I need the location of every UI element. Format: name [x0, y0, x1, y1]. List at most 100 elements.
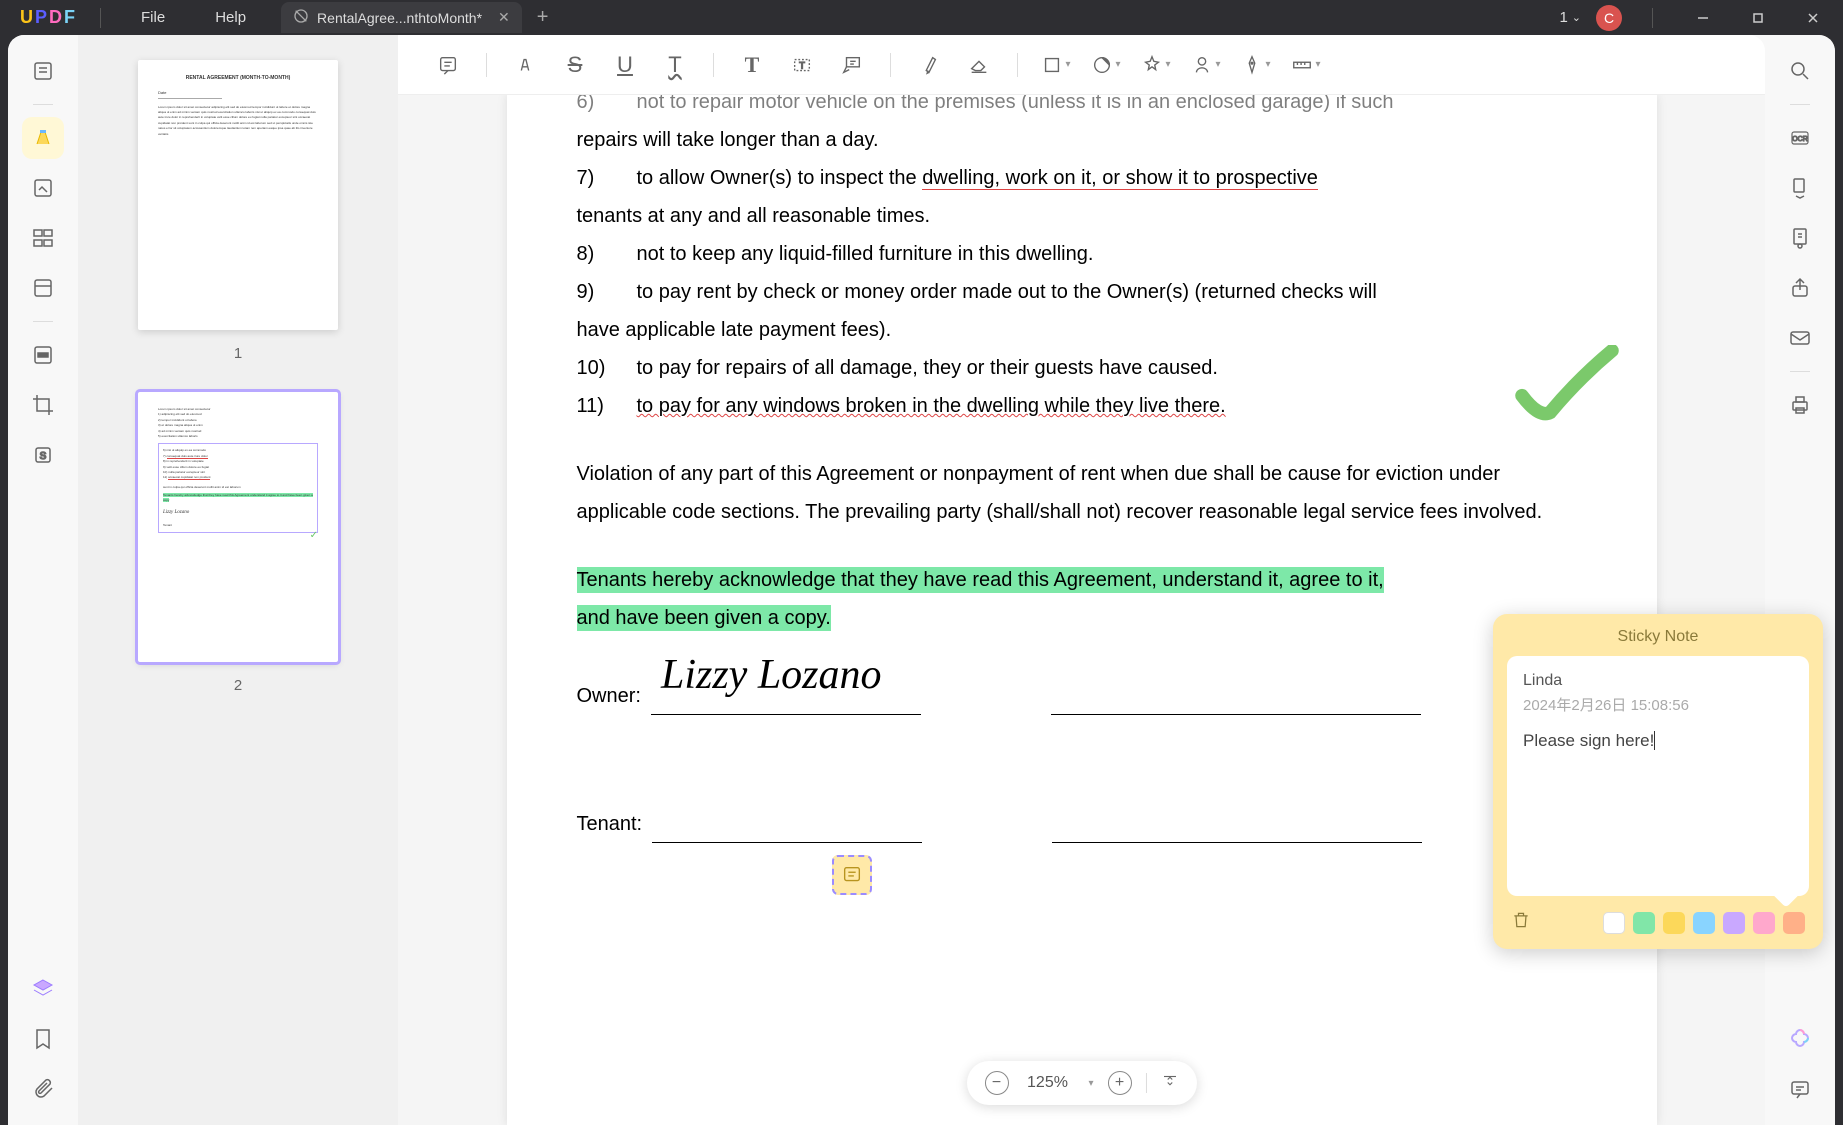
- bookmark-tool[interactable]: [22, 1018, 64, 1060]
- list-num: 7): [577, 159, 637, 197]
- right-sidebar: OCR: [1765, 35, 1835, 1125]
- color-green[interactable]: [1633, 912, 1655, 934]
- annotation-toolbar: S U T T T ▾ ▾ ▾ ▾ ▾ ▾: [398, 35, 1765, 95]
- thumbnail-panel: RENTAL AGREEMENT (MONTH-TO-MONTH) Date L…: [78, 35, 398, 1125]
- page-thumbnail-1[interactable]: RENTAL AGREEMENT (MONTH-TO-MONTH) Date L…: [138, 60, 338, 330]
- text-tool[interactable]: T: [732, 45, 772, 85]
- app-logo: UPDF: [10, 7, 85, 28]
- ai-button[interactable]: [1779, 1018, 1821, 1060]
- zoom-out-button[interactable]: −: [984, 1071, 1008, 1095]
- color-yellow[interactable]: [1663, 912, 1685, 934]
- sticky-text-input[interactable]: Please sign here!: [1523, 731, 1793, 751]
- protect-tool[interactable]: S: [22, 434, 64, 476]
- checkmark-annotation[interactable]: [1507, 345, 1627, 448]
- owner-signature: Lizzy Lozano: [661, 636, 882, 716]
- stamp-tool[interactable]: ▾: [1136, 45, 1176, 85]
- edit-tool[interactable]: [22, 167, 64, 209]
- ocr-button[interactable]: OCR: [1779, 117, 1821, 159]
- measure-tool[interactable]: ▾: [1286, 45, 1326, 85]
- doc-text: repairs will take longer than a day.: [577, 121, 1587, 159]
- underline-tool[interactable]: U: [605, 45, 645, 85]
- print-button[interactable]: [1779, 384, 1821, 426]
- doc-text: tenants at any and all reasonable times.: [577, 197, 1587, 235]
- page-thumbnail-2[interactable]: Lorem ipsum dolor sit amet consectetur1)…: [138, 392, 338, 662]
- document-icon: [293, 8, 309, 27]
- doc-text: have applicable late payment fees).: [577, 311, 1587, 349]
- document-tab[interactable]: RentalAgree...nthtoMonth* ✕: [281, 2, 522, 33]
- tab-close-icon[interactable]: ✕: [498, 9, 510, 26]
- menu-help[interactable]: Help: [190, 9, 271, 26]
- color-white[interactable]: [1603, 912, 1625, 934]
- sticky-note-title: Sticky Note: [1507, 628, 1809, 646]
- compress-button[interactable]: [1779, 217, 1821, 259]
- doc-paragraph: Violation of any part of this Agreement …: [577, 455, 1587, 531]
- convert-button[interactable]: [1779, 167, 1821, 209]
- close-button[interactable]: [1793, 3, 1833, 33]
- owner-label: Owner:: [577, 677, 641, 715]
- sticky-date: 2024年2月26日 15:08:56: [1523, 694, 1793, 715]
- tenant-signature-line: [652, 813, 922, 843]
- doc-text: not to keep any liquid-filled furniture …: [637, 235, 1587, 273]
- zoom-in-button[interactable]: +: [1108, 1071, 1132, 1095]
- doc-text: not to repair motor vehicle on the premi…: [637, 95, 1587, 121]
- organize-tool[interactable]: [22, 217, 64, 259]
- svg-text:T: T: [799, 60, 805, 70]
- highlight-tool[interactable]: [505, 45, 545, 85]
- list-num: 11): [577, 387, 637, 425]
- doc-text: to pay rent by check or money order made…: [637, 273, 1587, 311]
- list-num: 6): [577, 95, 637, 121]
- pen-tool[interactable]: ▾: [1236, 45, 1276, 85]
- zoom-dropdown[interactable]: ▾: [1088, 1078, 1093, 1089]
- color-palette: [1603, 912, 1805, 934]
- note-tool[interactable]: [428, 45, 468, 85]
- doc-text: to allow Owner(s) to inspect the dwellin…: [637, 159, 1587, 197]
- sticky-note-body[interactable]: Linda 2024年2月26日 15:08:56 Please sign he…: [1507, 656, 1809, 896]
- date-line: [1051, 685, 1421, 715]
- callout-tool[interactable]: [832, 45, 872, 85]
- search-button[interactable]: [1779, 50, 1821, 92]
- pencil-tool[interactable]: [909, 45, 949, 85]
- layers-tool[interactable]: [22, 968, 64, 1010]
- email-button[interactable]: [1779, 317, 1821, 359]
- tab-title: RentalAgree...nthtoMonth*: [317, 10, 482, 26]
- sticky-note-marker[interactable]: [832, 855, 872, 895]
- fit-page-button[interactable]: [1161, 1072, 1179, 1095]
- tenant-label: Tenant:: [577, 805, 643, 843]
- shape-tool[interactable]: ▾: [1036, 45, 1076, 85]
- color-blue[interactable]: [1693, 912, 1715, 934]
- delete-note-button[interactable]: [1511, 910, 1531, 935]
- comment-tool[interactable]: [22, 117, 64, 159]
- signature-tool[interactable]: ▾: [1186, 45, 1226, 85]
- attachment-tool[interactable]: [22, 1068, 64, 1110]
- window-count[interactable]: 1⌄: [1559, 9, 1581, 26]
- menu-file[interactable]: File: [116, 9, 190, 26]
- user-avatar[interactable]: C: [1596, 5, 1622, 31]
- zoom-value: 125%: [1022, 1074, 1072, 1092]
- squiggly-tool[interactable]: T: [655, 45, 695, 85]
- owner-signature-line: Lizzy Lozano: [651, 685, 921, 715]
- list-num: 10): [577, 349, 637, 387]
- zoom-control: − 125% ▾ +: [966, 1061, 1196, 1105]
- chat-button[interactable]: [1779, 1068, 1821, 1110]
- reader-tool[interactable]: [22, 50, 64, 92]
- doc-text: to pay for repairs of all damage, they o…: [637, 349, 1587, 387]
- color-orange[interactable]: [1783, 912, 1805, 934]
- crop-tool[interactable]: [22, 384, 64, 426]
- left-sidebar: S: [8, 35, 78, 1125]
- color-purple[interactable]: [1723, 912, 1745, 934]
- redact-tool[interactable]: [22, 334, 64, 376]
- document-viewport[interactable]: 6)not to repair motor vehicle on the pre…: [398, 95, 1765, 1125]
- maximize-button[interactable]: [1738, 3, 1778, 33]
- form-tool[interactable]: [22, 267, 64, 309]
- eraser-tool[interactable]: [959, 45, 999, 85]
- sticker-tool[interactable]: ▾: [1086, 45, 1126, 85]
- content-area: S U T T T ▾ ▾ ▾ ▾ ▾ ▾ 6)not to repair mo…: [398, 35, 1765, 1125]
- color-pink[interactable]: [1753, 912, 1775, 934]
- strikethrough-tool[interactable]: S: [555, 45, 595, 85]
- textbox-tool[interactable]: T: [782, 45, 822, 85]
- doc-highlighted: Tenants hereby acknowledge that they hav…: [577, 561, 1587, 637]
- share-button[interactable]: [1779, 267, 1821, 309]
- minimize-button[interactable]: [1683, 3, 1723, 33]
- svg-text:S: S: [40, 451, 47, 462]
- new-tab-button[interactable]: +: [537, 6, 549, 29]
